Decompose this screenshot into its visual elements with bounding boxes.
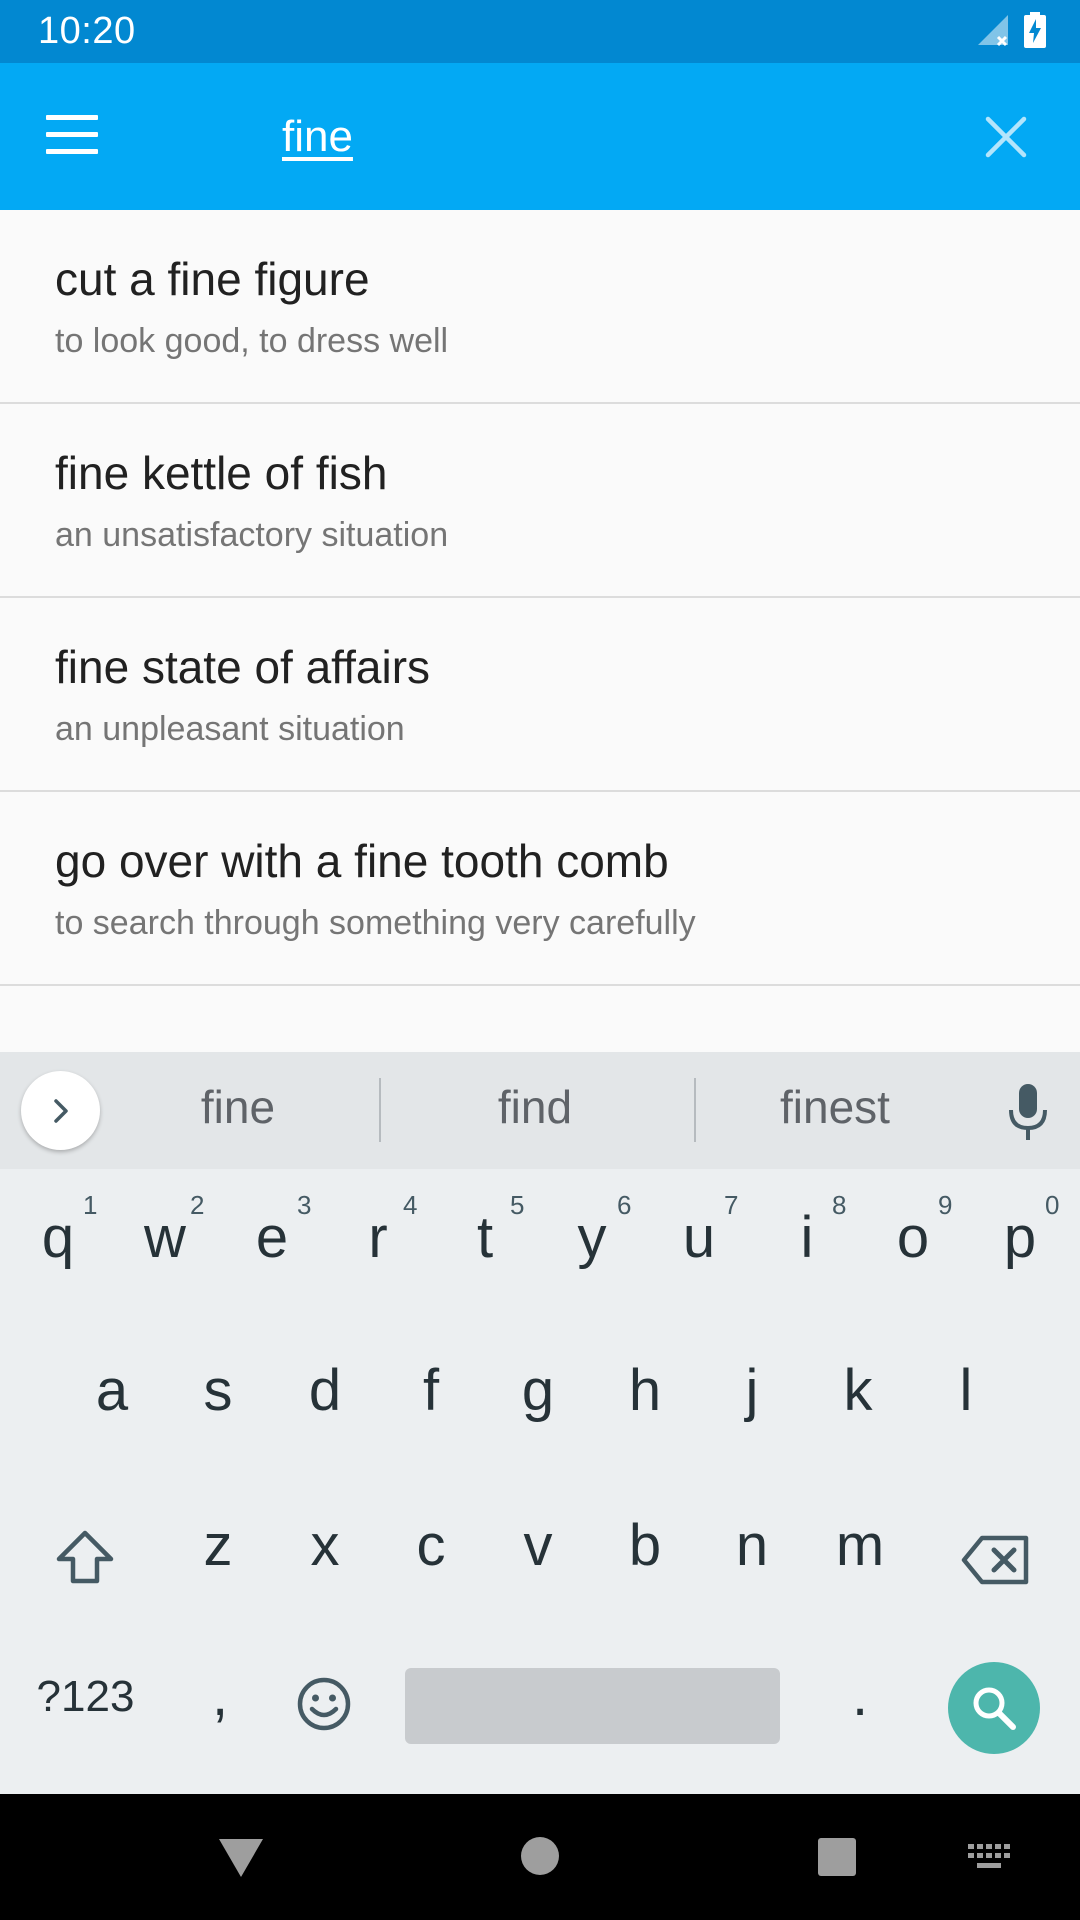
result-title: fine state of affairs xyxy=(55,641,431,693)
key-a[interactable]: a xyxy=(72,1357,152,1424)
key-hint-1: 1 xyxy=(83,1190,98,1220)
chevron-right-icon xyxy=(53,1098,68,1123)
list-item[interactable]: fine kettle of fish an unsatisfactory si… xyxy=(0,404,1080,598)
result-definition: to search through something very careful… xyxy=(55,904,696,942)
signal-icon xyxy=(978,15,1008,47)
key-b[interactable]: b xyxy=(605,1512,685,1579)
result-definition: an unpleasant situation xyxy=(55,710,405,748)
status-icons xyxy=(976,12,1046,48)
microphone-icon[interactable] xyxy=(1006,1082,1050,1142)
suggestion-divider xyxy=(694,1078,696,1142)
result-definition: an unsatisfactory situation xyxy=(55,516,449,554)
menu-icon[interactable] xyxy=(46,115,98,155)
key-h[interactable]: h xyxy=(605,1357,685,1424)
suggestion-divider xyxy=(379,1078,381,1142)
key-hint-3: 3 xyxy=(297,1190,312,1220)
period-key[interactable]: . xyxy=(830,1662,890,1729)
key-n[interactable]: n xyxy=(712,1512,792,1579)
backspace-key[interactable] xyxy=(955,1527,1035,1593)
key-hint-5: 5 xyxy=(510,1190,525,1220)
emoji-icon xyxy=(297,1677,351,1731)
search-input[interactable] xyxy=(282,105,902,169)
close-icon[interactable] xyxy=(982,113,1030,161)
list-item[interactable]: cut a fine figure to look good, to dress… xyxy=(0,210,1080,404)
suggestion-bar: fine find finest xyxy=(0,1052,1080,1169)
space-key[interactable] xyxy=(405,1668,780,1744)
key-d[interactable]: d xyxy=(285,1357,365,1424)
key-hint-8: 8 xyxy=(832,1190,847,1220)
shift-key[interactable] xyxy=(50,1522,120,1592)
navigation-bar xyxy=(0,1794,1080,1920)
key-g[interactable]: g xyxy=(498,1357,578,1424)
search-icon xyxy=(973,1687,1016,1730)
keyboard-switch-icon[interactable] xyxy=(968,1844,1012,1872)
result-title: go over with a fine tooth comb xyxy=(55,835,669,887)
battery-charging-icon xyxy=(1024,12,1046,48)
key-hint-7: 7 xyxy=(724,1190,739,1220)
back-icon[interactable] xyxy=(216,1836,266,1880)
key-hint-4: 4 xyxy=(403,1190,418,1220)
emoji-key[interactable] xyxy=(294,1674,354,1734)
key-hint-6: 6 xyxy=(617,1190,632,1220)
key-x[interactable]: x xyxy=(285,1512,365,1579)
status-time: 10:20 xyxy=(38,10,136,52)
list-item[interactable]: go over with a fine tooth comb to search… xyxy=(0,792,1080,986)
expand-suggestions-button[interactable] xyxy=(21,1071,100,1150)
list-item[interactable]: fine state of affairs an unpleasant situ… xyxy=(0,598,1080,792)
status-bar: 10:20 xyxy=(0,0,1080,63)
key-k[interactable]: k xyxy=(818,1357,898,1424)
results-list: cut a fine figure to look good, to dress… xyxy=(0,210,1080,986)
key-j[interactable]: j xyxy=(712,1357,792,1424)
key-m[interactable]: m xyxy=(820,1512,900,1579)
key-c[interactable]: c xyxy=(391,1512,471,1579)
key-s[interactable]: s xyxy=(178,1357,258,1424)
key-hint-9: 9 xyxy=(938,1190,953,1220)
recents-icon[interactable] xyxy=(816,1836,858,1878)
result-title: cut a fine figure xyxy=(55,253,370,305)
key-hint-2: 2 xyxy=(190,1190,205,1220)
backspace-icon xyxy=(961,1535,1029,1585)
suggestion-fine[interactable]: fine xyxy=(138,1080,338,1134)
home-icon[interactable] xyxy=(520,1836,560,1876)
shift-icon xyxy=(56,1530,114,1584)
key-v[interactable]: v xyxy=(498,1512,578,1579)
result-title: fine kettle of fish xyxy=(55,447,388,499)
symbols-key[interactable]: ?123 xyxy=(28,1672,143,1722)
key-f[interactable]: f xyxy=(391,1357,471,1424)
key-l[interactable]: l xyxy=(926,1357,1006,1424)
suggestion-find[interactable]: find xyxy=(435,1080,635,1134)
key-z[interactable]: z xyxy=(178,1512,258,1579)
suggestion-finest[interactable]: finest xyxy=(735,1080,935,1134)
app-bar xyxy=(0,63,1080,210)
keyboard: fine find finest q1w2e3r4t5y6u7i8o9p0 as… xyxy=(0,1052,1080,1794)
result-definition: to look good, to dress well xyxy=(55,322,449,360)
search-key[interactable] xyxy=(948,1662,1040,1754)
key-hint-0: 0 xyxy=(1045,1190,1060,1220)
comma-key[interactable]: , xyxy=(190,1662,250,1729)
